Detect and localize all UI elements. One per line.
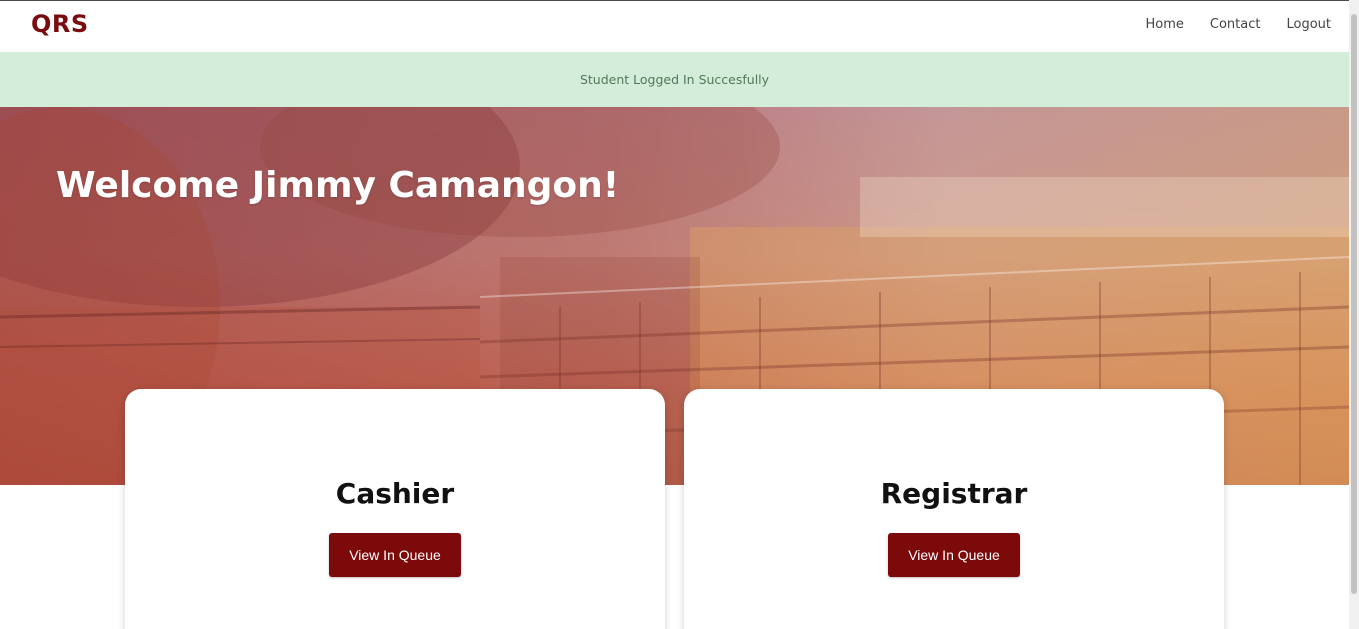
nav-link-logout[interactable]: Logout xyxy=(1286,17,1331,32)
registrar-card: Registrar View In Queue xyxy=(684,389,1224,629)
vertical-scrollbar[interactable] xyxy=(1349,0,1359,629)
registrar-card-title: Registrar xyxy=(880,477,1028,510)
registrar-view-queue-button[interactable]: View In Queue xyxy=(888,533,1020,577)
brand-logo[interactable]: QRS xyxy=(31,10,89,38)
welcome-heading: Welcome Jimmy Camangon! xyxy=(56,165,620,206)
scrollbar-thumb[interactable] xyxy=(1351,14,1357,594)
nav-links: Home Contact Logout xyxy=(1146,17,1331,32)
navbar: QRS Home Contact Logout xyxy=(0,1,1349,52)
cashier-card-title: Cashier xyxy=(335,477,455,510)
nav-link-contact[interactable]: Contact xyxy=(1210,17,1261,32)
cashier-view-queue-button[interactable]: View In Queue xyxy=(329,533,461,577)
nav-link-home[interactable]: Home xyxy=(1146,17,1184,32)
alert-message: Student Logged In Succesfully xyxy=(579,72,770,87)
page: QRS Home Contact Logout Student Logged I… xyxy=(0,0,1349,629)
cashier-card: Cashier View In Queue xyxy=(125,389,665,629)
success-alert: Student Logged In Succesfully xyxy=(0,52,1349,107)
